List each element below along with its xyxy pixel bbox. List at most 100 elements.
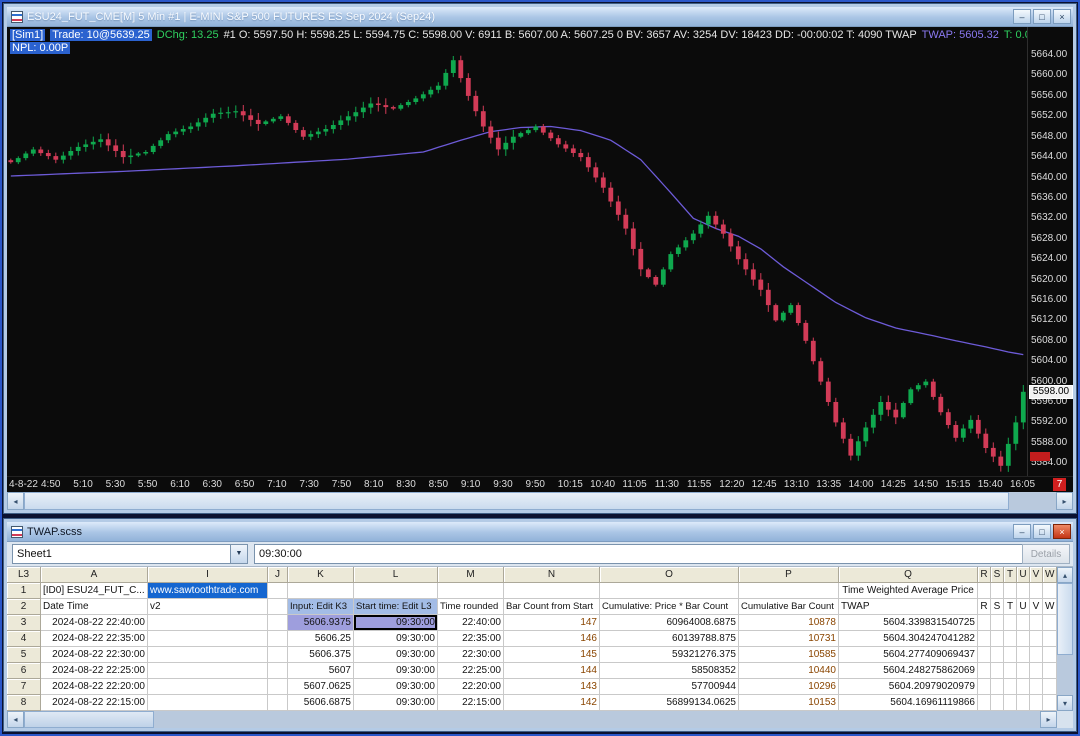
cell-V5[interactable] xyxy=(1030,647,1043,663)
cell-Q6[interactable]: 5604.248275862069 xyxy=(839,663,978,679)
cell-O6[interactable]: 58508352 xyxy=(600,663,739,679)
cell-A7[interactable]: 2024-08-22 22:20:00 xyxy=(41,679,148,695)
cell-W7[interactable] xyxy=(1043,679,1057,695)
chart-scroll-track[interactable] xyxy=(1009,492,1056,510)
column-header-O[interactable]: O xyxy=(600,567,739,583)
cell-L5[interactable]: 09:30:00 xyxy=(354,647,438,663)
cell-A8[interactable]: 2024-08-22 22:15:00 xyxy=(41,695,148,711)
cell-U4[interactable] xyxy=(1017,631,1030,647)
cell-M4[interactable]: 22:35:00 xyxy=(438,631,504,647)
column-header-S[interactable]: S xyxy=(991,567,1004,583)
cell-Q5[interactable]: 5604.277409069437 xyxy=(839,647,978,663)
column-header-N[interactable]: N xyxy=(504,567,600,583)
cell-S3[interactable] xyxy=(991,615,1004,631)
cell-U7[interactable] xyxy=(1017,679,1030,695)
cell-R2[interactable]: R xyxy=(978,599,991,615)
cell-T3[interactable] xyxy=(1004,615,1017,631)
cell-P6[interactable]: 10440 xyxy=(739,663,839,679)
column-header-U[interactable]: U xyxy=(1017,567,1030,583)
cell-U2[interactable]: U xyxy=(1017,599,1030,615)
cell-O1[interactable] xyxy=(600,583,739,599)
row-header-1[interactable]: 1 xyxy=(7,583,41,599)
row-header-4[interactable]: 4 xyxy=(7,631,41,647)
cell-R4[interactable] xyxy=(978,631,991,647)
cell-K7[interactable]: 5607.0625 xyxy=(288,679,354,695)
cell-Q8[interactable]: 5604.16961119866 xyxy=(839,695,978,711)
sheet-vscroll-thumb[interactable] xyxy=(1057,583,1073,655)
cell-U5[interactable] xyxy=(1017,647,1030,663)
cell-J3[interactable] xyxy=(268,615,288,631)
cell-R1[interactable] xyxy=(978,583,991,599)
row-header-5[interactable]: 5 xyxy=(7,647,41,663)
column-header-A[interactable]: A xyxy=(41,567,148,583)
row-header-8[interactable]: 8 xyxy=(7,695,41,711)
chevron-down-icon[interactable]: ▼ xyxy=(230,545,247,563)
cell-W5[interactable] xyxy=(1043,647,1057,663)
cell-S5[interactable] xyxy=(991,647,1004,663)
cell-U3[interactable] xyxy=(1017,615,1030,631)
cell-K8[interactable]: 5606.6875 xyxy=(288,695,354,711)
cell-I3[interactable] xyxy=(148,615,268,631)
cell-O4[interactable]: 60139788.875 xyxy=(600,631,739,647)
cell-K1[interactable] xyxy=(288,583,354,599)
cell-L1[interactable] xyxy=(354,583,438,599)
cell-Q3[interactable]: 5604.339831540725 xyxy=(839,615,978,631)
row-header-2[interactable]: 2 xyxy=(7,599,41,615)
cell-N4[interactable]: 146 xyxy=(504,631,600,647)
cell-V3[interactable] xyxy=(1030,615,1043,631)
cell-P5[interactable]: 10585 xyxy=(739,647,839,663)
cell-K2[interactable]: Input: Edit K3 xyxy=(288,599,354,615)
candlestick-plot[interactable] xyxy=(7,27,1027,476)
column-header-I[interactable]: I xyxy=(148,567,268,583)
sheet-hscroll-track[interactable] xyxy=(154,711,1040,728)
cell-L8[interactable]: 09:30:00 xyxy=(354,695,438,711)
cell-Q2[interactable]: TWAP xyxy=(839,599,978,615)
cell-U1[interactable] xyxy=(1017,583,1030,599)
cell-I5[interactable] xyxy=(148,647,268,663)
row-header-7[interactable]: 7 xyxy=(7,679,41,695)
cell-O8[interactable]: 56899134.0625 xyxy=(600,695,739,711)
cell-P7[interactable]: 10296 xyxy=(739,679,839,695)
cell-S4[interactable] xyxy=(991,631,1004,647)
cell-T7[interactable] xyxy=(1004,679,1017,695)
cell-N6[interactable]: 144 xyxy=(504,663,600,679)
column-header-L[interactable]: L xyxy=(354,567,438,583)
chart-window-titlebar[interactable]: ESU24_FUT_CME[M] 5 Min #1 | E-MINI S&P 5… xyxy=(7,7,1073,27)
cell-Q4[interactable]: 5604.304247041282 xyxy=(839,631,978,647)
restore-button[interactable]: □ xyxy=(1033,9,1051,24)
column-header-W[interactable]: W xyxy=(1043,567,1057,583)
cell-M7[interactable]: 22:20:00 xyxy=(438,679,504,695)
column-header-M[interactable]: M xyxy=(438,567,504,583)
cell-V6[interactable] xyxy=(1030,663,1043,679)
cell-U8[interactable] xyxy=(1017,695,1030,711)
cell-R5[interactable] xyxy=(978,647,991,663)
cell-I8[interactable] xyxy=(148,695,268,711)
cell-P2[interactable]: Cumulative Bar Count xyxy=(739,599,839,615)
cell-W3[interactable] xyxy=(1043,615,1057,631)
cell-T4[interactable] xyxy=(1004,631,1017,647)
cell-W4[interactable] xyxy=(1043,631,1057,647)
cell-A5[interactable]: 2024-08-22 22:30:00 xyxy=(41,647,148,663)
cell-A6[interactable]: 2024-08-22 22:25:00 xyxy=(41,663,148,679)
formula-input[interactable] xyxy=(254,544,1028,564)
sheet-vscroll-track[interactable] xyxy=(1057,655,1073,695)
cell-J1[interactable] xyxy=(268,583,288,599)
cell-S7[interactable] xyxy=(991,679,1004,695)
row-header-3[interactable]: 3 xyxy=(7,615,41,631)
cell-T8[interactable] xyxy=(1004,695,1017,711)
sheet-window-titlebar[interactable]: TWAP.scss – □ × xyxy=(7,522,1073,542)
column-header-J[interactable]: J xyxy=(268,567,288,583)
cell-O3[interactable]: 60964008.6875 xyxy=(600,615,739,631)
cell-M2[interactable]: Time rounded xyxy=(438,599,504,615)
price-axis[interactable]: 5584.005588.005592.005596.005600.005604.… xyxy=(1027,27,1073,476)
minimize-button[interactable]: – xyxy=(1013,524,1031,539)
cell-S6[interactable] xyxy=(991,663,1004,679)
cell-J6[interactable] xyxy=(268,663,288,679)
cell-T6[interactable] xyxy=(1004,663,1017,679)
chart-horizontal-scrollbar[interactable]: ◂ ▸ xyxy=(7,492,1073,510)
cell-L6[interactable]: 09:30:00 xyxy=(354,663,438,679)
minimize-button[interactable]: – xyxy=(1013,9,1031,24)
cell-Q1[interactable]: Time Weighted Average Price xyxy=(839,583,978,599)
sheet-horizontal-scrollbar[interactable]: ◂ ▸ xyxy=(7,711,1057,728)
scroll-right-icon[interactable]: ▸ xyxy=(1056,492,1073,510)
